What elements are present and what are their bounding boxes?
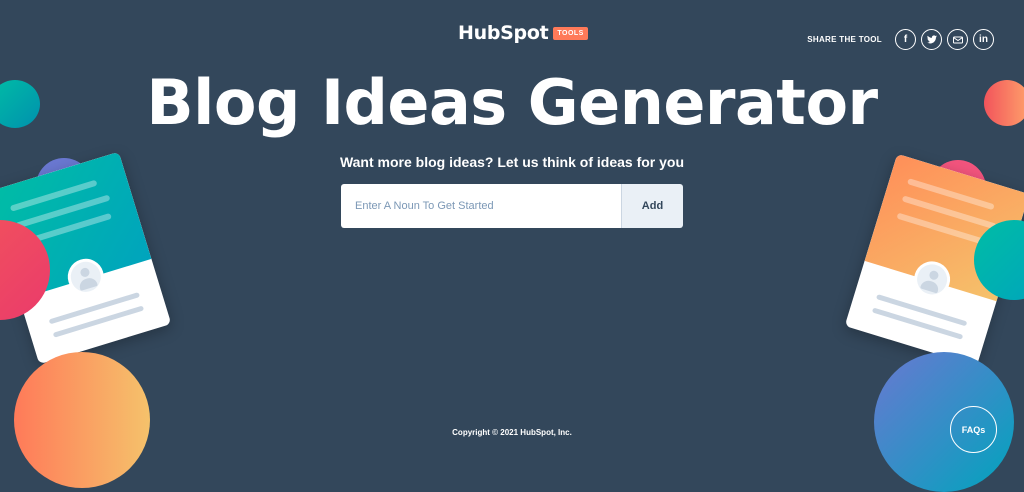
decor-circle-orange-left [14,352,150,488]
facebook-icon[interactable]: f [895,29,916,50]
copyright-text: Copyright © 2021 HubSpot, Inc. [452,428,572,437]
linkedin-icon[interactable]: in [973,29,994,50]
email-icon[interactable] [947,29,968,50]
page-subtitle: Want more blog ideas? Let us think of id… [339,154,685,170]
share-label: SHARE THE TOOL [807,35,882,44]
page-title: Blog Ideas Generator [146,66,878,139]
noun-input[interactable] [341,184,621,228]
faqs-button[interactable]: FAQs [950,406,997,453]
add-button[interactable]: Add [621,184,683,228]
tools-badge: TOOLS [553,26,588,40]
share-bar: SHARE THE TOOL f in [807,29,994,50]
hubspot-logo[interactable]: HubSpot [458,22,549,44]
twitter-icon[interactable] [921,29,942,50]
noun-form: Add [341,184,683,228]
brand: HubSpot TOOLS [458,22,588,44]
